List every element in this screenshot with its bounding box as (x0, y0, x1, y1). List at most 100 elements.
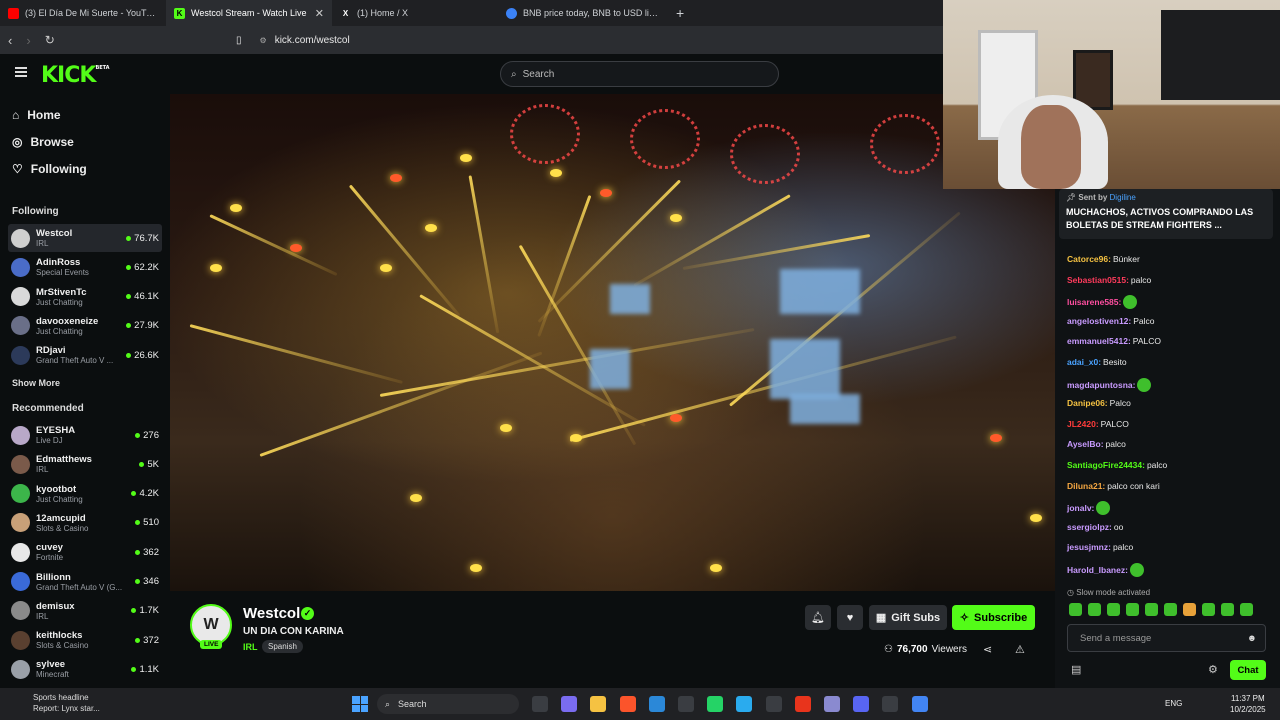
quick-emote-icon[interactable] (1088, 603, 1101, 616)
live-dot-icon (135, 637, 141, 643)
task-view-icon[interactable] (532, 696, 548, 712)
sidebar-channel-billionn[interactable]: Billionn Grand Theft Auto V (G... 346 (8, 568, 162, 596)
chat-username[interactable]: emmanuel5412: (1067, 336, 1131, 346)
quick-emote-icon[interactable] (1202, 603, 1215, 616)
chrome-icon[interactable] (911, 696, 928, 712)
tv-screen (1161, 10, 1280, 100)
store-icon[interactable] (678, 696, 694, 712)
system-clock[interactable]: 11:37 PM 10/2/2025 (1230, 693, 1266, 715)
url-field[interactable]: ▯ ⚙ kick.com/westcol (236, 30, 932, 50)
brave-icon[interactable] (619, 696, 636, 712)
chat-username[interactable]: JL2420: (1067, 419, 1099, 429)
gift-subs-button[interactable]: ▦ Gift Subs (869, 605, 947, 630)
edge-icon[interactable] (648, 696, 665, 712)
follow-heart-icon[interactable]: ♥ (837, 605, 863, 630)
home-icon: ⌂ (12, 108, 20, 122)
chat-username[interactable]: Harold_Ibanez: (1067, 565, 1128, 575)
tab-kick[interactable]: K Westcol Stream - Watch Live ✕ (166, 0, 332, 26)
quick-emote-icon[interactable] (1164, 603, 1177, 616)
sidebar-channel-eyesha[interactable]: EYESHA Live DJ 276 (8, 421, 162, 449)
sidebar-channel-kyootbot[interactable]: kyootbot Just Chatting 4.2K (8, 480, 162, 508)
chat-username[interactable]: ssergiolpz: (1067, 522, 1112, 532)
tab-youtube[interactable]: (3) El Día De Mi Suerte - YouTube (0, 0, 166, 26)
chat-send-button[interactable]: Chat (1230, 660, 1266, 680)
chat-message-input[interactable]: Send a message ☻ (1067, 624, 1266, 652)
telegram-icon[interactable] (736, 696, 753, 712)
chat-username[interactable]: luisarene585: (1067, 297, 1121, 307)
channel-name: demisux (36, 600, 75, 612)
chat-username[interactable]: adai_x0: (1067, 357, 1101, 367)
taskbar-search[interactable]: ⌕ Search (377, 694, 519, 714)
tab-x[interactable]: X (1) Home / X (332, 0, 498, 26)
chat-username[interactable]: AyselBo: (1067, 439, 1104, 449)
quick-emote-icon[interactable] (1069, 603, 1082, 616)
sidebar-channel-demisux[interactable]: demisux IRL 1.7K (8, 597, 162, 625)
emoji-picker-icon[interactable]: ☻ (1247, 633, 1257, 644)
bookmark-icon[interactable]: ▯ (236, 35, 242, 46)
sidebar-channel-cuvey[interactable]: cuvey Fortnite 362 (8, 538, 162, 566)
chat-username[interactable]: angelostiven12: (1067, 316, 1131, 326)
report-icon[interactable]: ⚠ (1015, 643, 1025, 656)
notification-bell-icon[interactable]: 🔔︎ (805, 605, 831, 630)
sidebar-channel-sylvee[interactable]: sylvee Minecraft 1.1K (8, 655, 162, 683)
reload-icon[interactable]: ↻ (45, 33, 55, 47)
sidebar-channel-edmatthews[interactable]: Edmatthews IRL 5K (8, 450, 162, 478)
quick-emote-icon[interactable] (1126, 603, 1139, 616)
share-icon[interactable]: ⋖ (983, 643, 992, 656)
chat-username[interactable]: Danipe06: (1067, 398, 1108, 408)
news-widget[interactable]: Sports headline Report: Lynx star... (18, 692, 100, 714)
obs-icon[interactable] (882, 696, 899, 712)
quick-emote-icon[interactable] (1221, 603, 1234, 616)
language-tag[interactable]: Spanish (262, 640, 303, 653)
back-icon[interactable]: ‹ (8, 33, 12, 48)
sidebar-item-following[interactable]: ♡ Following (12, 162, 87, 176)
sidebar-channel-12amcupid[interactable]: 12amcupid Slots & Casino 510 (8, 509, 162, 537)
chat-username[interactable]: jesusjmnz: (1067, 542, 1111, 552)
channel-viewers: 5K (139, 459, 162, 470)
close-tab-icon[interactable]: ✕ (315, 7, 324, 20)
forward-icon[interactable]: › (26, 33, 30, 48)
quick-emote-icon[interactable] (1107, 603, 1120, 616)
subscribe-button[interactable]: ✧ Subscribe (952, 605, 1035, 630)
sidebar-item-home[interactable]: ⌂ Home (12, 108, 61, 122)
menu-icon[interactable] (15, 67, 27, 77)
sidebar-channel-mrstiventc[interactable]: MrStivenTc Just Chatting 46.1K (8, 283, 162, 311)
discord-icon[interactable] (853, 696, 870, 712)
streamer-name[interactable]: Westcol (243, 605, 300, 622)
chat-username[interactable]: jonalv: (1067, 503, 1094, 513)
chat-store-icon[interactable]: ▤ (1071, 663, 1081, 676)
crypto-app-icon[interactable] (824, 696, 840, 712)
copilot-icon[interactable] (561, 696, 578, 712)
stream-category-link[interactable]: IRL (243, 642, 258, 652)
whatsapp-icon[interactable] (707, 696, 724, 712)
sidebar-channel-adinross[interactable]: AdinRoss Special Events 62.2K (8, 253, 162, 281)
show-more-button[interactable]: Show More (12, 378, 60, 388)
sidebar-channel-rdjavi[interactable]: RDjavi Grand Theft Auto V ... 26.6K (8, 341, 162, 369)
language-indicator[interactable]: ENG (1165, 699, 1182, 708)
winrar-icon[interactable] (794, 696, 811, 712)
sidebar-channel-westcol[interactable]: Westcol IRL 76.7K (8, 224, 162, 252)
windows-start-icon[interactable] (352, 696, 368, 712)
app-icon[interactable] (765, 696, 782, 712)
sidebar-channel-davooxeneize[interactable]: davooxeneize Just Chatting 27.9K (8, 312, 162, 340)
sidebar-channel-keithlocks[interactable]: keithlocks Slots & Casino 372 (8, 626, 162, 654)
kick-logo[interactable]: KICKBETA (41, 63, 110, 88)
quick-emote-icon[interactable] (1183, 603, 1196, 616)
chat-username[interactable]: magdapuntosna: (1067, 380, 1135, 390)
tab-bnb[interactable]: BNB price today, BNB to USD live pri (498, 0, 668, 26)
pinned-message[interactable]: 📌︎ Sent by Digiline MUCHACHOS, ACTIVOS C… (1059, 189, 1273, 239)
chat-username[interactable]: Sebastian0515: (1067, 275, 1129, 285)
chat-username[interactable]: SantiagoFire24434: (1067, 460, 1145, 470)
quick-emote-icon[interactable] (1145, 603, 1158, 616)
gift-icon: ▦ (875, 612, 887, 624)
chat-username[interactable]: Catorce96: (1067, 254, 1111, 264)
site-info-icon[interactable]: ⚙ (260, 36, 267, 45)
file-explorer-icon[interactable] (590, 696, 607, 712)
quick-emote-icon[interactable] (1240, 603, 1253, 616)
chat-settings-icon[interactable]: ⚙ (1208, 663, 1218, 676)
chat-username[interactable]: Diluna21: (1067, 481, 1105, 491)
sidebar-item-browse[interactable]: ◎ Browse (12, 135, 74, 149)
search-input[interactable]: ⌕ Search (500, 61, 779, 87)
video-player[interactable] (170, 94, 1055, 591)
new-tab-button[interactable]: + (668, 0, 692, 26)
